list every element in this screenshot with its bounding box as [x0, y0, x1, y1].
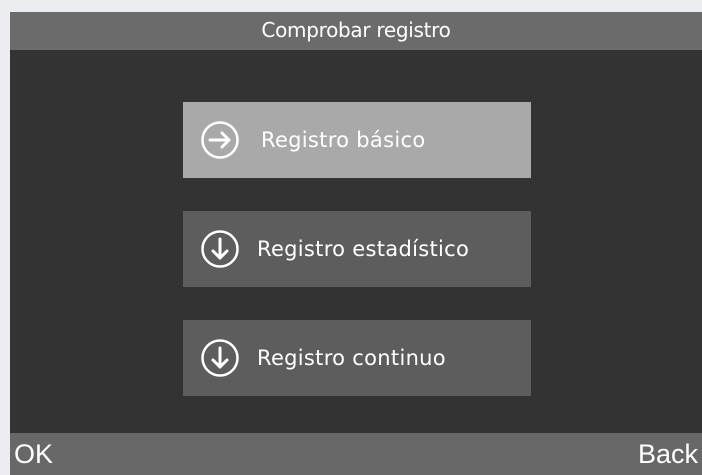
arrow-down-circle-icon [199, 337, 241, 379]
screen-title: Comprobar registro [261, 18, 451, 42]
arrow-right-circle-icon [199, 119, 241, 161]
menu-item-label: Registro continuo [257, 346, 446, 370]
menu-item-registro-estadistico[interactable]: Registro estadístico [183, 211, 531, 287]
back-softkey[interactable]: Back [638, 433, 698, 475]
ok-softkey[interactable]: OK [14, 433, 53, 475]
menu-item-registro-basico[interactable]: Registro básico [183, 102, 531, 178]
title-bar: Comprobar registro [10, 12, 702, 50]
menu-item-label: Registro básico [261, 128, 426, 152]
arrow-down-circle-icon [199, 228, 241, 270]
menu-item-label: Registro estadístico [257, 237, 470, 261]
device-screen: Comprobar registro Registro básico Regis… [10, 12, 702, 475]
softkey-bar: OK Back [10, 433, 702, 475]
menu-item-registro-continuo[interactable]: Registro continuo [183, 320, 531, 396]
